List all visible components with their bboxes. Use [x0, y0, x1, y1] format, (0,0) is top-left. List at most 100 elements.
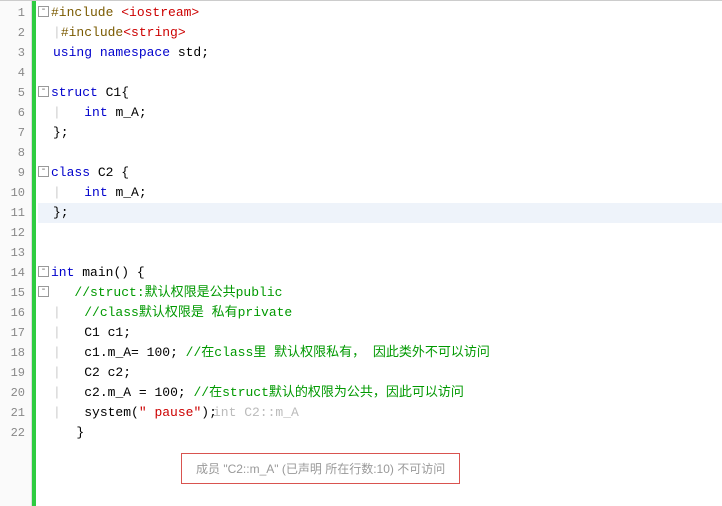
punct: .: [100, 385, 108, 400]
code-area[interactable]: -#include <iostream> |#include<string> u…: [36, 1, 722, 506]
identifier: c2: [108, 365, 124, 380]
preprocessor: #include: [61, 25, 123, 40]
line-number[interactable]: 2: [4, 23, 25, 43]
type-name: C2: [98, 165, 121, 180]
line-number[interactable]: 20: [4, 383, 25, 403]
type: C1: [84, 325, 107, 340]
punct: ;: [178, 385, 194, 400]
type: int: [84, 185, 115, 200]
identifier: std: [178, 45, 201, 60]
code-line[interactable]: -class C2 {: [38, 163, 722, 183]
preprocessor: #include: [51, 5, 121, 20]
line-number[interactable]: 22: [4, 423, 25, 443]
op: =: [131, 345, 147, 360]
line-number-gutter: 1 2 3 4 5 6 7 8 9 10 11 12 13 14 15 16 1…: [0, 1, 32, 506]
error-tooltip-text: 成员 "C2::m_A" (已声明 所在行数:10) 不可访问: [196, 462, 445, 476]
identifier: c1: [108, 325, 124, 340]
code-line[interactable]: | c1.m_A= 100; //在class里 默认权限私有， 因此类外不可以…: [38, 343, 722, 363]
fold-toggle-icon[interactable]: -: [38, 166, 49, 177]
line-number[interactable]: 15: [4, 283, 25, 303]
punct: ;: [201, 45, 209, 60]
brace: };: [53, 125, 69, 140]
fold-toggle-icon[interactable]: -: [38, 266, 49, 277]
header-name: <iostream>: [121, 5, 199, 20]
type: int: [51, 265, 82, 280]
error-tooltip: 成员 "C2::m_A" (已声明 所在行数:10) 不可访问: [181, 453, 460, 484]
keyword: class: [51, 165, 98, 180]
comment: //class默认权限是 私有private: [84, 305, 292, 320]
number: 100: [154, 385, 177, 400]
code-line[interactable]: | int m_A;: [38, 103, 722, 123]
punct: ;: [123, 365, 131, 380]
code-line[interactable]: [38, 63, 722, 83]
fold-toggle-icon[interactable]: -: [38, 6, 49, 17]
code-line[interactable]: | //class默认权限是 私有private: [38, 303, 722, 323]
code-line[interactable]: | c2.m_A = 100; //在struct默认的权限为公共，因此可以访问: [38, 383, 722, 403]
keyword: struct: [51, 85, 106, 100]
line-number[interactable]: 4: [4, 63, 25, 83]
code-line[interactable]: };: [38, 203, 722, 223]
line-number[interactable]: 10: [4, 183, 25, 203]
type: int: [84, 105, 115, 120]
code-line[interactable]: [38, 243, 722, 263]
code-line[interactable]: };: [38, 123, 722, 143]
fold-toggle-icon[interactable]: -: [38, 86, 49, 97]
code-line[interactable]: |#include<string>: [38, 23, 722, 43]
op: =: [139, 385, 155, 400]
line-number[interactable]: 16: [4, 303, 25, 323]
brace: {: [121, 165, 129, 180]
code-line[interactable]: [38, 143, 722, 163]
header-name: <string>: [123, 25, 185, 40]
line-number[interactable]: 19: [4, 363, 25, 383]
function-name: system: [84, 405, 131, 420]
keyword: namespace: [100, 45, 178, 60]
fold-toggle-icon[interactable]: -: [38, 286, 49, 297]
identifier: m_A: [108, 385, 139, 400]
punct: ;: [139, 185, 147, 200]
function-name: main: [82, 265, 113, 280]
line-number[interactable]: 8: [4, 143, 25, 163]
code-line[interactable]: | C1 c1;: [38, 323, 722, 343]
line-number[interactable]: 9: [4, 163, 25, 183]
line-number[interactable]: 11: [4, 203, 25, 223]
code-line[interactable]: | system(" pause");int C2::m_A: [38, 403, 722, 423]
identifier: c1: [84, 345, 100, 360]
line-number[interactable]: 13: [4, 243, 25, 263]
code-line[interactable]: -int main() {: [38, 263, 722, 283]
line-number[interactable]: 1: [4, 3, 25, 23]
line-number[interactable]: 17: [4, 323, 25, 343]
line-number[interactable]: 6: [4, 103, 25, 123]
line-number[interactable]: 7: [4, 123, 25, 143]
comment: //在class里 默认权限私有， 因此类外不可以访问: [186, 345, 490, 360]
code-line[interactable]: }: [38, 423, 722, 443]
inline-hint: int C2::m_A: [213, 403, 299, 423]
code-line[interactable]: | int m_A;: [38, 183, 722, 203]
line-number[interactable]: 18: [4, 343, 25, 363]
keyword: using: [53, 45, 100, 60]
line-number[interactable]: 12: [4, 223, 25, 243]
punct: ;: [123, 325, 131, 340]
code-line[interactable]: [38, 223, 722, 243]
code-line[interactable]: -#include <iostream>: [38, 3, 722, 23]
line-number[interactable]: 14: [4, 263, 25, 283]
identifier: c2: [84, 385, 100, 400]
identifier: m_A: [108, 345, 131, 360]
code-line[interactable]: - //struct:默认权限是公共public: [38, 283, 722, 303]
code-line[interactable]: -struct C1{: [38, 83, 722, 103]
type: C2: [84, 365, 107, 380]
code-line[interactable]: | C2 c2;: [38, 363, 722, 383]
punct: ;: [139, 105, 147, 120]
punct: () {: [113, 265, 144, 280]
punct: ;: [170, 345, 186, 360]
code-line[interactable]: using namespace std;: [38, 43, 722, 63]
string-literal: " pause": [139, 405, 201, 420]
line-number[interactable]: 3: [4, 43, 25, 63]
line-number[interactable]: 5: [4, 83, 25, 103]
brace: }: [76, 425, 84, 440]
number: 100: [147, 345, 170, 360]
comment: //在struct默认的权限为公共，因此可以访问: [193, 385, 463, 400]
line-number[interactable]: 21: [4, 403, 25, 423]
brace: };: [53, 205, 69, 220]
type-name: C1: [106, 85, 122, 100]
comment: //struct:默认权限是公共public: [74, 285, 282, 300]
